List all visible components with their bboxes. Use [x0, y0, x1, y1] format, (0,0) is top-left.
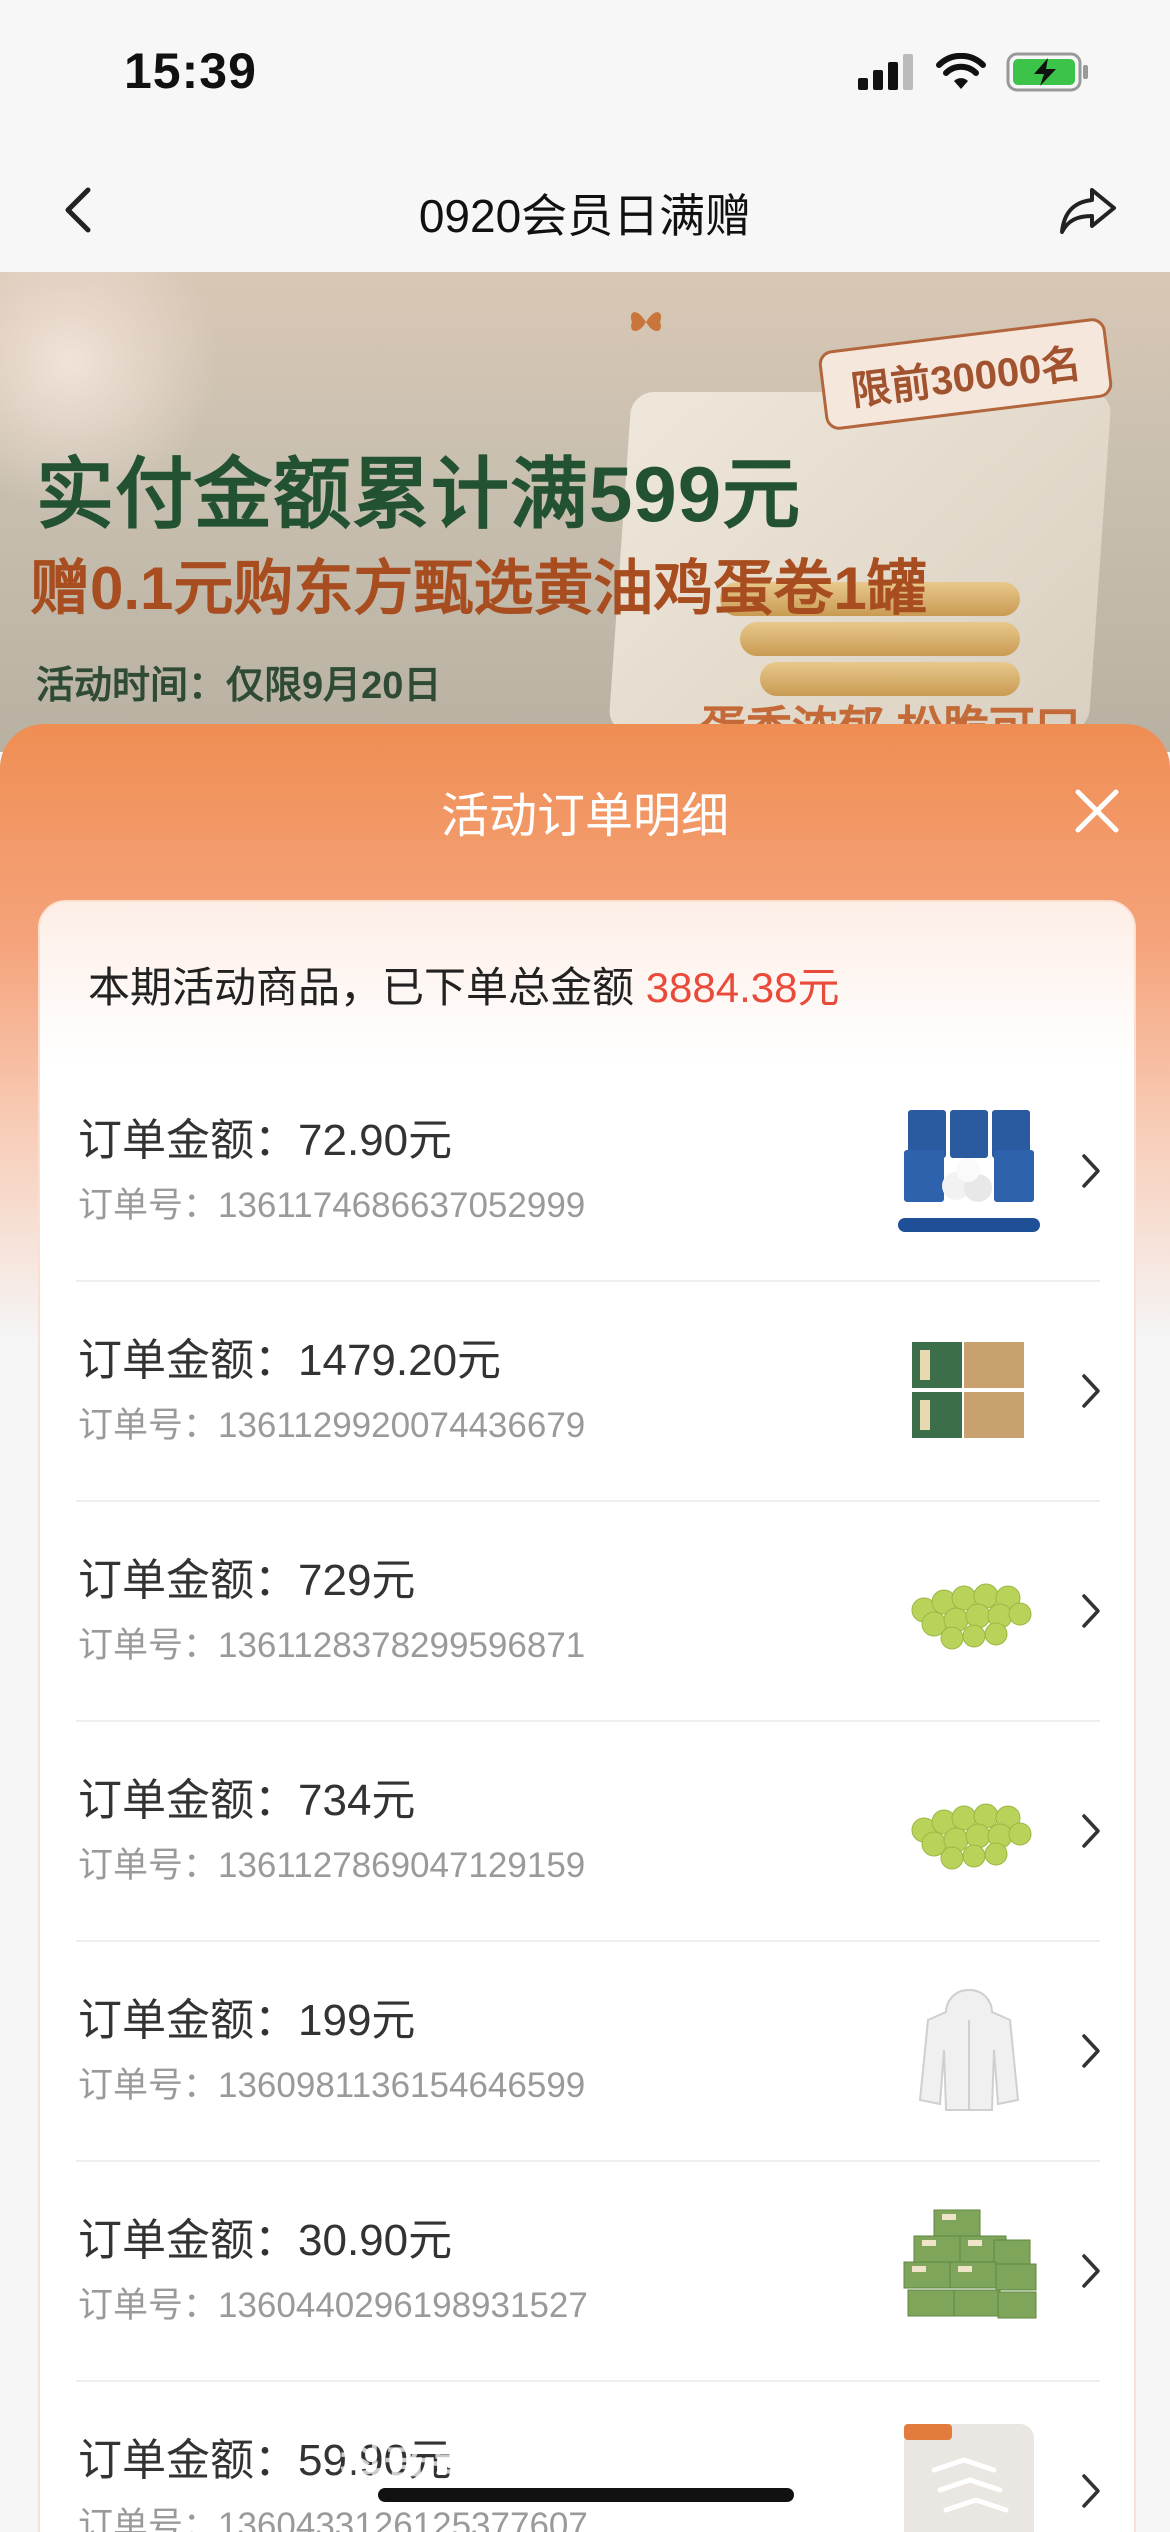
signal-icon — [858, 54, 913, 90]
battery-charging-icon — [1006, 52, 1088, 92]
order-row[interactable]: 订单金额：199元 订单号：1360981136154646599 — [76, 1942, 1100, 2162]
chevron-right-icon[interactable] — [1076, 2468, 1106, 2514]
summary-amount: 3884.38元 — [645, 964, 840, 1011]
status-icons — [858, 52, 1090, 92]
order-list: 订单金额：72.90元 订单号：1361174686637052999 订单金额… — [76, 1062, 1100, 2532]
butterfly-icon — [630, 312, 662, 332]
wifi-icon — [936, 53, 986, 89]
summary-header: 本期活动商品，已下单总金额 3884.38元 — [40, 902, 1134, 1062]
banner-headline: 实付金额累计满599元 — [36, 450, 802, 538]
order-number: 订单号：1361129920074436679 — [78, 1406, 586, 1445]
chevron-right-icon[interactable] — [1076, 2248, 1106, 2294]
product-thumbnail — [898, 1110, 1040, 1232]
page-title: 0920会员日满赠 — [418, 190, 752, 242]
order-row[interactable]: 订单金额：734元 订单号：1361127869047129159 — [76, 1722, 1100, 1942]
banner-activity-time: 活动时间：仅限9月20日 — [36, 665, 442, 707]
order-detail-sheet: 活动订单明细 本期活动商品，已下单总金额 3884.38元 订单金额：72.90… — [0, 724, 1170, 2532]
order-number: 订单号：1360440296198931527 — [78, 2286, 588, 2325]
order-row[interactable]: 订单金额：1479.20元 订单号：1361129920074436679 — [76, 1282, 1100, 1502]
order-amount: 订单金额：72.90元 — [78, 1116, 453, 1165]
order-number: 订单号：1361127869047129159 — [78, 1846, 586, 1885]
order-row[interactable]: 订单金额：72.90元 订单号：1361174686637052999 — [76, 1062, 1100, 1282]
summary-label: 本期活动商品，已下单总金额 — [88, 964, 635, 1011]
banner-subheadline: 赠0.1元购东方甄选黄油鸡蛋卷1罐 — [30, 555, 927, 622]
product-thumbnail — [918, 1988, 1020, 2111]
chevron-right-icon[interactable] — [1076, 1808, 1106, 1854]
status-time: 15:39 — [124, 43, 257, 99]
order-number: 订单号：1361128378299596871 — [78, 1626, 586, 1665]
nav-bar: 0920会员日满赠 — [0, 150, 1170, 272]
chevron-right-icon[interactable] — [1076, 2028, 1106, 2074]
order-number: 订单号：1360433126125377607 — [78, 2506, 588, 2532]
order-amount: 订单金额：30.90元 — [78, 2216, 453, 2265]
order-number: 订单号：1360981136154646599 — [78, 2066, 586, 2105]
home-indicator — [378, 2488, 794, 2502]
sheet-title: 活动订单明细 — [440, 790, 729, 843]
order-row[interactable]: 订单金额：30.90元 订单号：1360440296198931527 — [76, 2162, 1100, 2382]
order-amount: 订单金额：199元 — [78, 1996, 416, 2045]
order-row[interactable]: 订单金额：729元 订单号：1361128378299596871 — [76, 1502, 1100, 1722]
promo-banner[interactable]: 限前30000名 实付金额累计满599元 赠0.1元购东方甄选黄油鸡蛋卷1罐 活… — [0, 272, 1170, 752]
order-amount: 订单金额：729元 — [78, 1556, 416, 1605]
product-thumbnail — [904, 2424, 1034, 2532]
product-thumbnail — [911, 1583, 1032, 1650]
order-amount: 订单金额：734元 — [78, 1776, 416, 1825]
product-thumbnail — [911, 1803, 1032, 1870]
order-amount: 订单金额：1479.20元 — [78, 1336, 502, 1385]
chevron-right-icon[interactable] — [1076, 1368, 1106, 1414]
product-thumbnail — [912, 1342, 1024, 1438]
share-icon[interactable] — [1056, 178, 1120, 242]
chevron-right-icon[interactable] — [1076, 1588, 1106, 1634]
summary-text: 本期活动商品，已下单总金额 3884.38元 — [88, 954, 840, 1015]
status-bar: 15:39 — [0, 0, 1170, 150]
order-number: 订单号：1361174686637052999 — [78, 1186, 586, 1225]
order-card: 本期活动商品，已下单总金额 3884.38元 订单金额：72.90元 订单号：1… — [38, 900, 1136, 2532]
product-thumbnail — [903, 2209, 1037, 2319]
watermark: 抖音号：2100212749 — [340, 2442, 761, 2491]
chevron-right-icon[interactable] — [1076, 1148, 1106, 1194]
close-icon[interactable] — [1074, 788, 1120, 834]
